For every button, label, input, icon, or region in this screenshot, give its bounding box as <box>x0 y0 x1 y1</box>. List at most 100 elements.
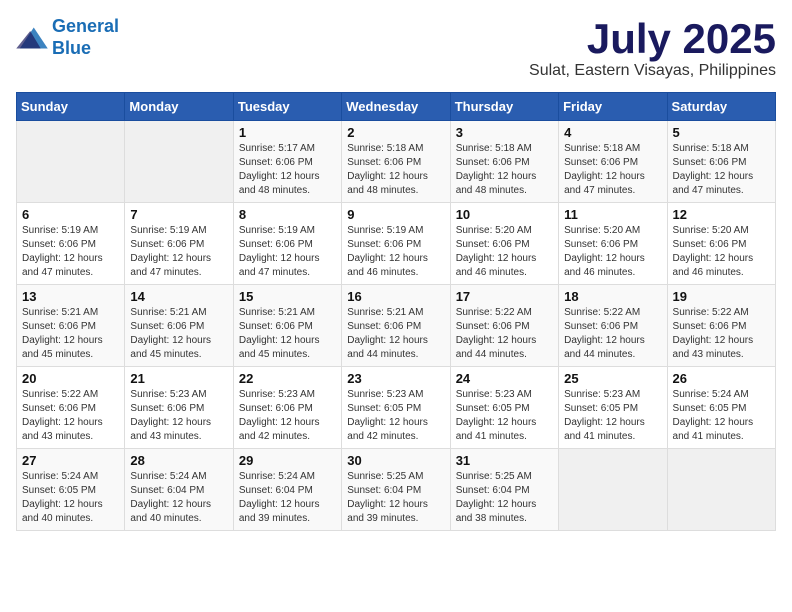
day-number: 31 <box>456 453 553 468</box>
weekday-header: Saturday <box>667 93 775 121</box>
day-number: 2 <box>347 125 444 140</box>
calendar-cell: 19 Sunrise: 5:22 AM Sunset: 6:06 PM Dayli… <box>667 285 775 367</box>
calendar-week-row: 1 Sunrise: 5:17 AM Sunset: 6:06 PM Daylig… <box>17 121 776 203</box>
weekday-header: Thursday <box>450 93 558 121</box>
day-number: 7 <box>130 207 227 222</box>
calendar-cell: 27Sunrise: 5:24 AM Sunset: 6:05 PM Dayli… <box>17 449 125 531</box>
calendar-cell: 7 Sunrise: 5:19 AM Sunset: 6:06 PM Daylig… <box>125 203 233 285</box>
day-number: 9 <box>347 207 444 222</box>
calendar-cell: 2Sunrise: 5:18 AM Sunset: 6:06 PM Daylig… <box>342 121 450 203</box>
calendar-cell: 9 Sunrise: 5:19 AM Sunset: 6:06 PM Daylig… <box>342 203 450 285</box>
day-number: 20 <box>22 371 119 386</box>
calendar-table: SundayMondayTuesdayWednesdayThursdayFrid… <box>16 92 776 531</box>
weekday-header: Sunday <box>17 93 125 121</box>
day-number: 21 <box>130 371 227 386</box>
day-info: Sunrise: 5:19 AM Sunset: 6:06 PM Dayligh… <box>239 224 336 280</box>
day-number: 4 <box>564 125 661 140</box>
day-number: 26 <box>673 371 770 386</box>
day-number: 6 <box>22 207 119 222</box>
calendar-header-row: SundayMondayTuesdayWednesdayThursdayFrid… <box>17 93 776 121</box>
day-info: Sunrise: 5:23 AM Sunset: 6:05 PM Dayligh… <box>456 388 553 444</box>
calendar-cell: 12Sunrise: 5:20 AM Sunset: 6:06 PM Dayli… <box>667 203 775 285</box>
day-info: Sunrise: 5:22 AM Sunset: 6:06 PM Dayligh… <box>564 306 661 362</box>
day-info: Sunrise: 5:21 AM Sunset: 6:06 PM Dayligh… <box>22 306 119 362</box>
weekday-header: Wednesday <box>342 93 450 121</box>
day-number: 25 <box>564 371 661 386</box>
day-number: 8 <box>239 207 336 222</box>
month-title: July 2025 <box>529 16 776 62</box>
calendar-cell <box>17 121 125 203</box>
logo-text: General Blue <box>52 16 119 59</box>
day-info: Sunrise: 5:22 AM Sunset: 6:06 PM Dayligh… <box>22 388 119 444</box>
calendar-cell: 22 Sunrise: 5:23 AM Sunset: 6:06 PM Dayli… <box>233 367 341 449</box>
day-info: Sunrise: 5:21 AM Sunset: 6:06 PM Dayligh… <box>130 306 227 362</box>
day-number: 15 <box>239 289 336 304</box>
logo-icon <box>16 24 48 52</box>
calendar-cell <box>667 449 775 531</box>
day-info: Sunrise: 5:19 AM Sunset: 6:06 PM Dayligh… <box>130 224 227 280</box>
day-info: Sunrise: 5:19 AM Sunset: 6:06 PM Dayligh… <box>22 224 119 280</box>
calendar-cell: 18 Sunrise: 5:22 AM Sunset: 6:06 PM Dayli… <box>559 285 667 367</box>
calendar-cell: 28Sunrise: 5:24 AM Sunset: 6:04 PM Dayli… <box>125 449 233 531</box>
day-number: 16 <box>347 289 444 304</box>
calendar-cell: 15 Sunrise: 5:21 AM Sunset: 6:06 PM Dayli… <box>233 285 341 367</box>
calendar-cell: 26 Sunrise: 5:24 AM Sunset: 6:05 PM Dayli… <box>667 367 775 449</box>
day-info: Sunrise: 5:19 AM Sunset: 6:06 PM Dayligh… <box>347 224 444 280</box>
day-info: Sunrise: 5:23 AM Sunset: 6:06 PM Dayligh… <box>239 388 336 444</box>
calendar-cell: 5 Sunrise: 5:18 AM Sunset: 6:06 PM Daylig… <box>667 121 775 203</box>
day-info: Sunrise: 5:22 AM Sunset: 6:06 PM Dayligh… <box>673 306 770 362</box>
day-number: 11 <box>564 207 661 222</box>
day-info: Sunrise: 5:18 AM Sunset: 6:06 PM Dayligh… <box>673 142 770 198</box>
title-block: July 2025 Sulat, Eastern Visayas, Philip… <box>529 16 776 80</box>
day-number: 29 <box>239 453 336 468</box>
calendar-cell: 29 Sunrise: 5:24 AM Sunset: 6:04 PM Dayli… <box>233 449 341 531</box>
day-info: Sunrise: 5:18 AM Sunset: 6:06 PM Dayligh… <box>456 142 553 198</box>
calendar-cell: 1 Sunrise: 5:17 AM Sunset: 6:06 PM Daylig… <box>233 121 341 203</box>
calendar-week-row: 27Sunrise: 5:24 AM Sunset: 6:05 PM Dayli… <box>17 449 776 531</box>
calendar-cell: 3Sunrise: 5:18 AM Sunset: 6:06 PM Daylig… <box>450 121 558 203</box>
day-number: 1 <box>239 125 336 140</box>
calendar-cell: 10Sunrise: 5:20 AM Sunset: 6:06 PM Dayli… <box>450 203 558 285</box>
calendar-cell: 13 Sunrise: 5:21 AM Sunset: 6:06 PM Dayli… <box>17 285 125 367</box>
day-number: 24 <box>456 371 553 386</box>
day-info: Sunrise: 5:24 AM Sunset: 6:04 PM Dayligh… <box>239 470 336 526</box>
page-header: General Blue July 2025 Sulat, Eastern Vi… <box>16 16 776 80</box>
day-number: 17 <box>456 289 553 304</box>
calendar-cell: 23 Sunrise: 5:23 AM Sunset: 6:05 PM Dayli… <box>342 367 450 449</box>
calendar-cell: 25Sunrise: 5:23 AM Sunset: 6:05 PM Dayli… <box>559 367 667 449</box>
weekday-header: Friday <box>559 93 667 121</box>
day-number: 13 <box>22 289 119 304</box>
calendar-cell: 11 Sunrise: 5:20 AM Sunset: 6:06 PM Dayli… <box>559 203 667 285</box>
day-number: 18 <box>564 289 661 304</box>
day-number: 10 <box>456 207 553 222</box>
day-info: Sunrise: 5:24 AM Sunset: 6:05 PM Dayligh… <box>22 470 119 526</box>
day-info: Sunrise: 5:23 AM Sunset: 6:05 PM Dayligh… <box>347 388 444 444</box>
day-number: 19 <box>673 289 770 304</box>
day-info: Sunrise: 5:21 AM Sunset: 6:06 PM Dayligh… <box>347 306 444 362</box>
location: Sulat, Eastern Visayas, Philippines <box>529 62 776 80</box>
day-info: Sunrise: 5:25 AM Sunset: 6:04 PM Dayligh… <box>456 470 553 526</box>
calendar-week-row: 13 Sunrise: 5:21 AM Sunset: 6:06 PM Dayli… <box>17 285 776 367</box>
calendar-cell <box>125 121 233 203</box>
day-info: Sunrise: 5:21 AM Sunset: 6:06 PM Dayligh… <box>239 306 336 362</box>
calendar-cell: 20 Sunrise: 5:22 AM Sunset: 6:06 PM Dayli… <box>17 367 125 449</box>
calendar-cell: 14 Sunrise: 5:21 AM Sunset: 6:06 PM Dayli… <box>125 285 233 367</box>
day-number: 30 <box>347 453 444 468</box>
day-info: Sunrise: 5:22 AM Sunset: 6:06 PM Dayligh… <box>456 306 553 362</box>
day-number: 5 <box>673 125 770 140</box>
logo-line1: General <box>52 16 119 36</box>
logo: General Blue <box>16 16 119 59</box>
day-info: Sunrise: 5:20 AM Sunset: 6:06 PM Dayligh… <box>564 224 661 280</box>
day-info: Sunrise: 5:17 AM Sunset: 6:06 PM Dayligh… <box>239 142 336 198</box>
calendar-cell: 6 Sunrise: 5:19 AM Sunset: 6:06 PM Daylig… <box>17 203 125 285</box>
day-number: 23 <box>347 371 444 386</box>
calendar-cell: 17 Sunrise: 5:22 AM Sunset: 6:06 PM Dayli… <box>450 285 558 367</box>
calendar-week-row: 20 Sunrise: 5:22 AM Sunset: 6:06 PM Dayli… <box>17 367 776 449</box>
day-number: 14 <box>130 289 227 304</box>
day-info: Sunrise: 5:20 AM Sunset: 6:06 PM Dayligh… <box>673 224 770 280</box>
weekday-header: Monday <box>125 93 233 121</box>
day-number: 22 <box>239 371 336 386</box>
day-info: Sunrise: 5:24 AM Sunset: 6:05 PM Dayligh… <box>673 388 770 444</box>
calendar-cell: 4Sunrise: 5:18 AM Sunset: 6:06 PM Daylig… <box>559 121 667 203</box>
calendar-cell: 16 Sunrise: 5:21 AM Sunset: 6:06 PM Dayli… <box>342 285 450 367</box>
